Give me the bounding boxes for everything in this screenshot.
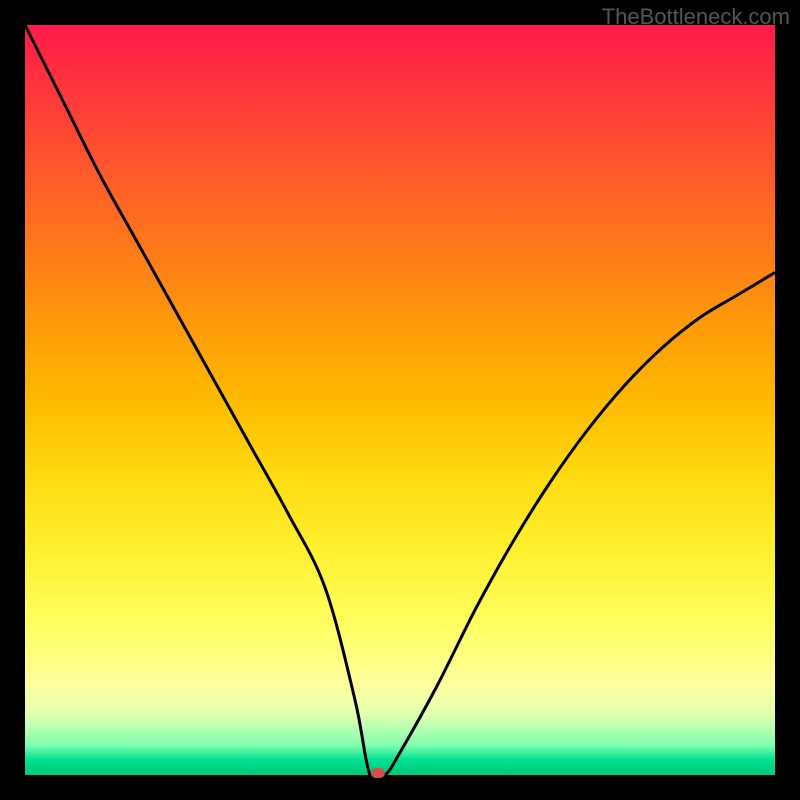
- curve-svg: [25, 25, 775, 775]
- bottleneck-curve: [25, 25, 775, 775]
- chart-container: TheBottleneck.com: [0, 0, 800, 800]
- watermark-text: TheBottleneck.com: [602, 4, 790, 30]
- optimal-marker: [371, 768, 385, 778]
- plot-area: [25, 25, 775, 775]
